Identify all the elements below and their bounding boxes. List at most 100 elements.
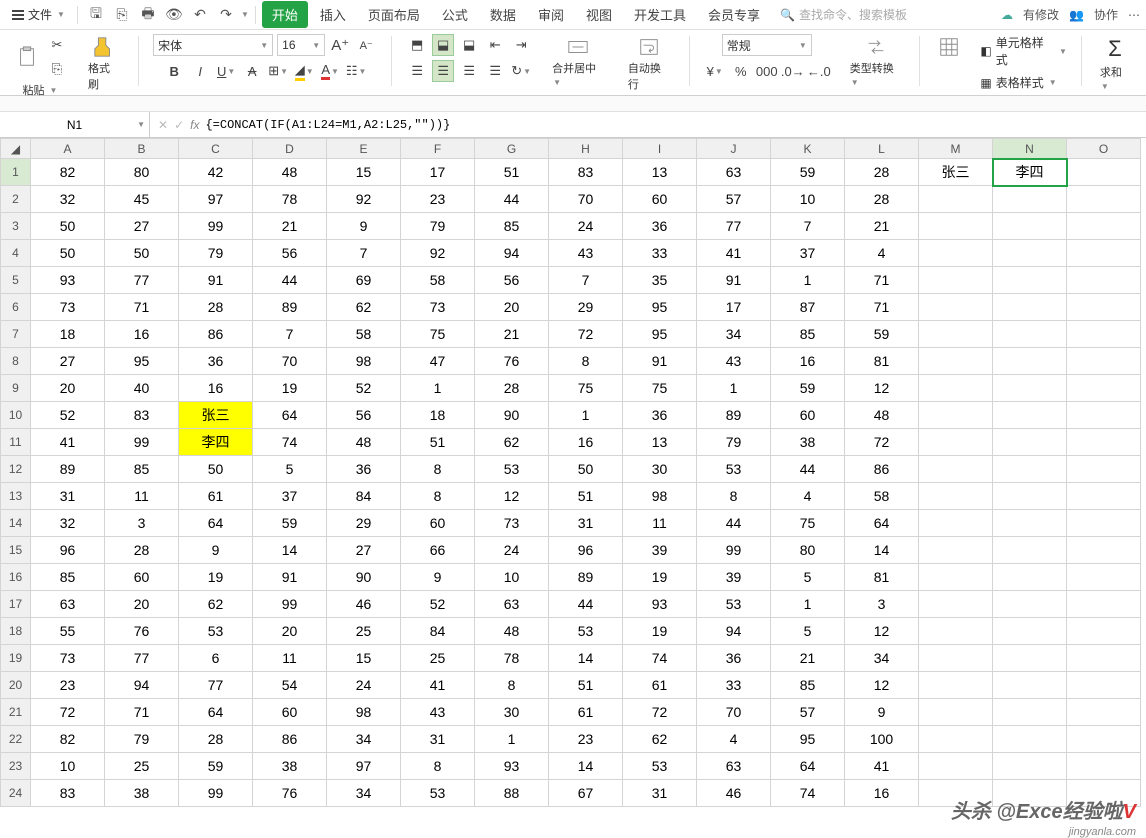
- cell-K22[interactable]: 95: [771, 726, 845, 753]
- cell-C11[interactable]: 李四: [179, 429, 253, 456]
- cell-G16[interactable]: 10: [475, 564, 549, 591]
- bold-button[interactable]: B: [163, 60, 185, 82]
- row-header-2[interactable]: 2: [1, 186, 31, 213]
- cell-N11[interactable]: [993, 429, 1067, 456]
- dec-decimal-icon[interactable]: ←.0: [808, 60, 830, 82]
- col-header-K[interactable]: K: [771, 139, 845, 159]
- cell-D22[interactable]: 86: [253, 726, 327, 753]
- cell-A24[interactable]: 83: [31, 780, 105, 807]
- cut-icon[interactable]: ✂: [46, 34, 68, 56]
- col-header-L[interactable]: L: [845, 139, 919, 159]
- cell-F7[interactable]: 75: [401, 321, 475, 348]
- cell-O22[interactable]: [1067, 726, 1141, 753]
- cell-J24[interactable]: 46: [697, 780, 771, 807]
- row-header-20[interactable]: 20: [1, 672, 31, 699]
- row-header-12[interactable]: 12: [1, 456, 31, 483]
- cell-E23[interactable]: 97: [327, 753, 401, 780]
- cell-G1[interactable]: 51: [475, 159, 549, 186]
- increase-font-icon[interactable]: A⁺: [329, 34, 351, 56]
- cell-B13[interactable]: 11: [105, 483, 179, 510]
- cell-F19[interactable]: 25: [401, 645, 475, 672]
- col-header-C[interactable]: C: [179, 139, 253, 159]
- cell-B5[interactable]: 77: [105, 267, 179, 294]
- cell-E16[interactable]: 90: [327, 564, 401, 591]
- cell-H1[interactable]: 83: [549, 159, 623, 186]
- cell-H2[interactable]: 70: [549, 186, 623, 213]
- cell-H22[interactable]: 23: [549, 726, 623, 753]
- cell-B1[interactable]: 80: [105, 159, 179, 186]
- cell-E15[interactable]: 27: [327, 537, 401, 564]
- strike-button[interactable]: A: [241, 60, 263, 82]
- cell-M9[interactable]: [919, 375, 993, 402]
- cell-A5[interactable]: 93: [31, 267, 105, 294]
- cell-J3[interactable]: 77: [697, 213, 771, 240]
- cell-C10[interactable]: 张三: [179, 402, 253, 429]
- cell-N3[interactable]: [993, 213, 1067, 240]
- cell-F4[interactable]: 92: [401, 240, 475, 267]
- cell-G24[interactable]: 88: [475, 780, 549, 807]
- cell-E24[interactable]: 34: [327, 780, 401, 807]
- cell-G6[interactable]: 20: [475, 294, 549, 321]
- cell-L15[interactable]: 14: [845, 537, 919, 564]
- cell-C8[interactable]: 36: [179, 348, 253, 375]
- cell-E6[interactable]: 62: [327, 294, 401, 321]
- col-header-E[interactable]: E: [327, 139, 401, 159]
- row-header-18[interactable]: 18: [1, 618, 31, 645]
- cell-I9[interactable]: 75: [623, 375, 697, 402]
- cell-D1[interactable]: 48: [253, 159, 327, 186]
- row-header-10[interactable]: 10: [1, 402, 31, 429]
- cell-J1[interactable]: 63: [697, 159, 771, 186]
- row-header-1[interactable]: 1: [1, 159, 31, 186]
- cell-A6[interactable]: 73: [31, 294, 105, 321]
- cell-C4[interactable]: 79: [179, 240, 253, 267]
- percent-icon[interactable]: %: [730, 60, 752, 82]
- cell-F13[interactable]: 8: [401, 483, 475, 510]
- cell-A16[interactable]: 85: [31, 564, 105, 591]
- cell-F24[interactable]: 53: [401, 780, 475, 807]
- cell-M2[interactable]: [919, 186, 993, 213]
- cell-I5[interactable]: 35: [623, 267, 697, 294]
- cell-O17[interactable]: [1067, 591, 1141, 618]
- cell-G7[interactable]: 21: [475, 321, 549, 348]
- cell-D15[interactable]: 14: [253, 537, 327, 564]
- cell-K20[interactable]: 85: [771, 672, 845, 699]
- cell-O8[interactable]: [1067, 348, 1141, 375]
- cell-B12[interactable]: 85: [105, 456, 179, 483]
- font-color-button[interactable]: A▼: [319, 60, 341, 82]
- cell-L14[interactable]: 64: [845, 510, 919, 537]
- cell-B3[interactable]: 27: [105, 213, 179, 240]
- cell-M19[interactable]: [919, 645, 993, 672]
- cell-B23[interactable]: 25: [105, 753, 179, 780]
- cell-H21[interactable]: 61: [549, 699, 623, 726]
- cell-G19[interactable]: 78: [475, 645, 549, 672]
- col-header-M[interactable]: M: [919, 139, 993, 159]
- cell-D21[interactable]: 60: [253, 699, 327, 726]
- conditional-format-button[interactable]: [934, 34, 964, 60]
- cell-D5[interactable]: 44: [253, 267, 327, 294]
- cell-M10[interactable]: [919, 402, 993, 429]
- cell-I4[interactable]: 33: [623, 240, 697, 267]
- cell-C17[interactable]: 62: [179, 591, 253, 618]
- undo-icon[interactable]: ↶: [188, 3, 212, 27]
- cell-M13[interactable]: [919, 483, 993, 510]
- cell-H18[interactable]: 53: [549, 618, 623, 645]
- cell-O3[interactable]: [1067, 213, 1141, 240]
- cell-K2[interactable]: 10: [771, 186, 845, 213]
- cell-C13[interactable]: 61: [179, 483, 253, 510]
- formula-input[interactable]: [205, 118, 1138, 132]
- cell-E5[interactable]: 69: [327, 267, 401, 294]
- cell-A12[interactable]: 89: [31, 456, 105, 483]
- name-box[interactable]: ▼: [0, 112, 150, 137]
- cell-L11[interactable]: 72: [845, 429, 919, 456]
- cell-E14[interactable]: 29: [327, 510, 401, 537]
- cell-L20[interactable]: 12: [845, 672, 919, 699]
- cell-B20[interactable]: 94: [105, 672, 179, 699]
- cell-E12[interactable]: 36: [327, 456, 401, 483]
- comma-icon[interactable]: 000: [756, 60, 778, 82]
- cell-A4[interactable]: 50: [31, 240, 105, 267]
- cell-C2[interactable]: 97: [179, 186, 253, 213]
- cell-H9[interactable]: 75: [549, 375, 623, 402]
- cell-A18[interactable]: 55: [31, 618, 105, 645]
- row-header-16[interactable]: 16: [1, 564, 31, 591]
- cell-N7[interactable]: [993, 321, 1067, 348]
